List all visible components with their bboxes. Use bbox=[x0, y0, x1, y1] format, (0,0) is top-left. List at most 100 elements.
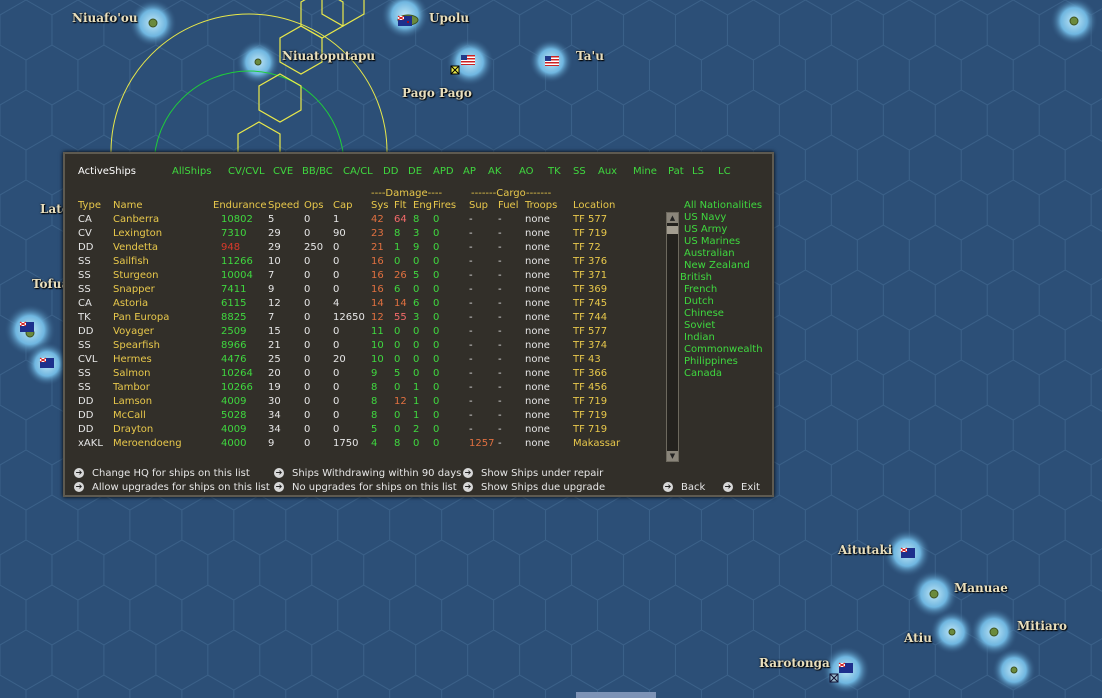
col-cap[interactable]: Cap bbox=[333, 200, 352, 211]
ship-name[interactable]: Pan Europa bbox=[113, 312, 169, 323]
ship-name[interactable]: Meroendoeng bbox=[113, 438, 182, 449]
nationality-filter-item[interactable]: Indian bbox=[684, 332, 715, 343]
ship-name[interactable]: Snapper bbox=[113, 284, 155, 295]
ship-row[interactable]: DD Vendetta 948 29 250 0 21 1 9 0 - - none TF 72 bbox=[78, 242, 638, 256]
ship-row[interactable]: SS Sailfish 11266 10 0 0 16 0 0 0 - - none TF 376 bbox=[78, 256, 638, 270]
allow-upgrades-button[interactable]: ➔ Allow upgrades for ships on this list bbox=[74, 482, 270, 493]
nationality-filter-item[interactable]: Australian bbox=[684, 248, 735, 259]
nationality-filter-item[interactable]: Philippines bbox=[684, 356, 738, 367]
nationality-filter-item[interactable]: US Army bbox=[684, 224, 727, 235]
ship-row[interactable]: SS Tambor 10266 19 0 0 8 0 1 0 - - none TF 456 bbox=[78, 382, 638, 396]
scroll-thumb[interactable] bbox=[667, 226, 678, 234]
ship-row[interactable]: SS Salmon 10264 20 0 0 9 5 0 0 - - none TF 366 bbox=[78, 368, 638, 382]
tab-aux[interactable]: Aux bbox=[598, 166, 617, 177]
ship-row[interactable]: DD Drayton 4009 34 0 0 5 0 2 0 - - none TF 719 bbox=[78, 424, 638, 438]
tab-mine[interactable]: Mine bbox=[633, 166, 657, 177]
tab-bb-bc[interactable]: BB/BC bbox=[302, 166, 333, 177]
ship-name[interactable]: Voyager bbox=[113, 326, 154, 337]
ship-name[interactable]: Vendetta bbox=[113, 242, 158, 253]
col-ops[interactable]: Ops bbox=[304, 200, 323, 211]
ships-withdrawing-button[interactable]: ➔ Ships Withdrawing within 90 days bbox=[274, 468, 461, 479]
ship-name[interactable]: McCall bbox=[113, 410, 146, 421]
ship-list-scrollbar[interactable]: ▲ ▼ bbox=[666, 212, 679, 462]
ship-name[interactable]: Hermes bbox=[113, 354, 152, 365]
col-location[interactable]: Location bbox=[573, 200, 615, 211]
nationality-filter-item[interactable]: Soviet bbox=[684, 320, 715, 331]
col-flt[interactable]: Flt bbox=[394, 200, 406, 211]
tab-ls[interactable]: LS bbox=[692, 166, 704, 177]
show-due-upgrade-button[interactable]: ➔ Show Ships due upgrade bbox=[463, 482, 605, 493]
nationality-filter-item[interactable]: Dutch bbox=[684, 296, 714, 307]
tab-cve[interactable]: CVE bbox=[273, 166, 293, 177]
ship-name[interactable]: Lamson bbox=[113, 396, 152, 407]
ship-name[interactable]: Tambor bbox=[113, 382, 150, 393]
ship-row[interactable]: CV Lexington 7310 29 0 90 23 8 3 0 - - none TF 719 bbox=[78, 228, 638, 242]
col-troops[interactable]: Troops bbox=[525, 200, 557, 211]
ship-name[interactable]: Astoria bbox=[113, 298, 148, 309]
ship-name[interactable]: Canberra bbox=[113, 214, 159, 225]
ship-row[interactable]: SS Spearfish 8966 21 0 0 10 0 0 0 - - none TF 374 bbox=[78, 340, 638, 354]
tab-tk[interactable]: TK bbox=[548, 166, 561, 177]
col-type[interactable]: Type bbox=[78, 200, 101, 211]
ship-name[interactable]: Lexington bbox=[113, 228, 162, 239]
tab-cv-cvl[interactable]: CV/CVL bbox=[228, 166, 265, 177]
exit-button[interactable]: ➔ Exit bbox=[723, 482, 760, 493]
ship-name[interactable]: Drayton bbox=[113, 424, 153, 435]
tab-apd[interactable]: APD bbox=[433, 166, 454, 177]
ship-troops: none bbox=[525, 340, 550, 351]
col-name[interactable]: Name bbox=[113, 200, 143, 211]
tab-de[interactable]: DE bbox=[408, 166, 422, 177]
tab-ca-cl[interactable]: CA/CL bbox=[343, 166, 373, 177]
ship-eng: 5 bbox=[413, 270, 420, 281]
ship-row[interactable]: SS Sturgeon 10004 7 0 0 16 26 5 0 - - none TF 371 bbox=[78, 270, 638, 284]
scroll-down-arrow-icon[interactable]: ▼ bbox=[667, 451, 678, 461]
tab-dd[interactable]: DD bbox=[383, 166, 398, 177]
no-upgrades-button[interactable]: ➔ No upgrades for ships on this list bbox=[274, 482, 457, 493]
tab-all-ships[interactable]: AllShips bbox=[172, 166, 211, 177]
tab-ao[interactable]: AO bbox=[519, 166, 534, 177]
back-button[interactable]: ➔ Back bbox=[663, 482, 705, 493]
ship-name[interactable]: Spearfish bbox=[113, 340, 160, 351]
ship-name[interactable]: Sailfish bbox=[113, 256, 149, 267]
nationality-filter-item[interactable]: US Marines bbox=[684, 236, 740, 247]
nationality-filter-item[interactable]: New Zealand bbox=[684, 260, 750, 271]
ship-type: SS bbox=[78, 270, 91, 281]
ship-location: TF 371 bbox=[573, 270, 608, 281]
ship-row[interactable]: DD Voyager 2509 15 0 0 11 0 0 0 - - none TF 577 bbox=[78, 326, 638, 340]
ship-row[interactable]: CA Astoria 6115 12 0 4 14 14 6 0 - - none TF 745 bbox=[78, 298, 638, 312]
nationality-filter-item[interactable]: US Navy bbox=[684, 212, 726, 223]
col-speed[interactable]: Speed bbox=[268, 200, 299, 211]
tab-ss[interactable]: SS bbox=[573, 166, 586, 177]
nationality-filter-item[interactable]: Canada bbox=[684, 368, 722, 379]
col-fuel[interactable]: Fuel bbox=[498, 200, 518, 211]
scroll-up-arrow-icon[interactable]: ▲ bbox=[667, 213, 678, 223]
col-endurance[interactable]: Endurance bbox=[213, 200, 267, 211]
ship-row[interactable]: DD McCall 5028 34 0 0 8 0 1 0 - - none TF 719 bbox=[78, 410, 638, 424]
ship-row[interactable]: CVL Hermes 4476 25 0 20 10 0 0 0 - - none TF 43 bbox=[78, 354, 638, 368]
nationality-filter-item[interactable]: Commonwealth bbox=[684, 344, 763, 355]
ship-row[interactable]: xAKL Meroendoeng 4000 9 0 1750 4 8 0 0 1257- none Ma… bbox=[78, 438, 638, 452]
ship-name[interactable]: Sturgeon bbox=[113, 270, 159, 281]
change-hq-button[interactable]: ➔ Change HQ for ships on this list bbox=[74, 468, 250, 479]
nationality-filter-item[interactable]: All Nationalities bbox=[684, 200, 762, 211]
table-header: Type Name Endurance Speed Ops Cap Sys Fl… bbox=[78, 200, 638, 214]
ship-flt: 8 bbox=[394, 438, 401, 449]
col-fires[interactable]: Fires bbox=[433, 200, 456, 211]
nationality-filter-item[interactable]: Chinese bbox=[684, 308, 724, 319]
ship-row[interactable]: TK Pan Europa 8825 7 0 12650 12 55 3 0 - - none TF 74… bbox=[78, 312, 638, 326]
tab-pat[interactable]: Pat bbox=[668, 166, 684, 177]
tab-ak[interactable]: AK bbox=[488, 166, 501, 177]
nationality-filter-item[interactable]: British bbox=[680, 272, 712, 283]
ship-row[interactable]: SS Snapper 7411 9 0 0 16 6 0 0 - - none TF 369 bbox=[78, 284, 638, 298]
col-sup[interactable]: Sup bbox=[469, 200, 488, 211]
ship-name[interactable]: Salmon bbox=[113, 368, 150, 379]
col-eng[interactable]: Eng bbox=[413, 200, 432, 211]
ship-row[interactable]: DD Lamson 4009 30 0 0 8 12 1 0 - - none TF 719 bbox=[78, 396, 638, 410]
nationality-filter-item[interactable]: French bbox=[684, 284, 717, 295]
ship-row[interactable]: CA Canberra 10802 5 0 1 42 64 8 0 - - none TF 577 bbox=[78, 214, 638, 228]
tab-lc[interactable]: LC bbox=[718, 166, 731, 177]
show-under-repair-button[interactable]: ➔ Show Ships under repair bbox=[463, 468, 603, 479]
col-sys[interactable]: Sys bbox=[371, 200, 388, 211]
tab-ap[interactable]: AP bbox=[463, 166, 476, 177]
tab-active-ships[interactable]: ActiveShips bbox=[78, 166, 136, 177]
